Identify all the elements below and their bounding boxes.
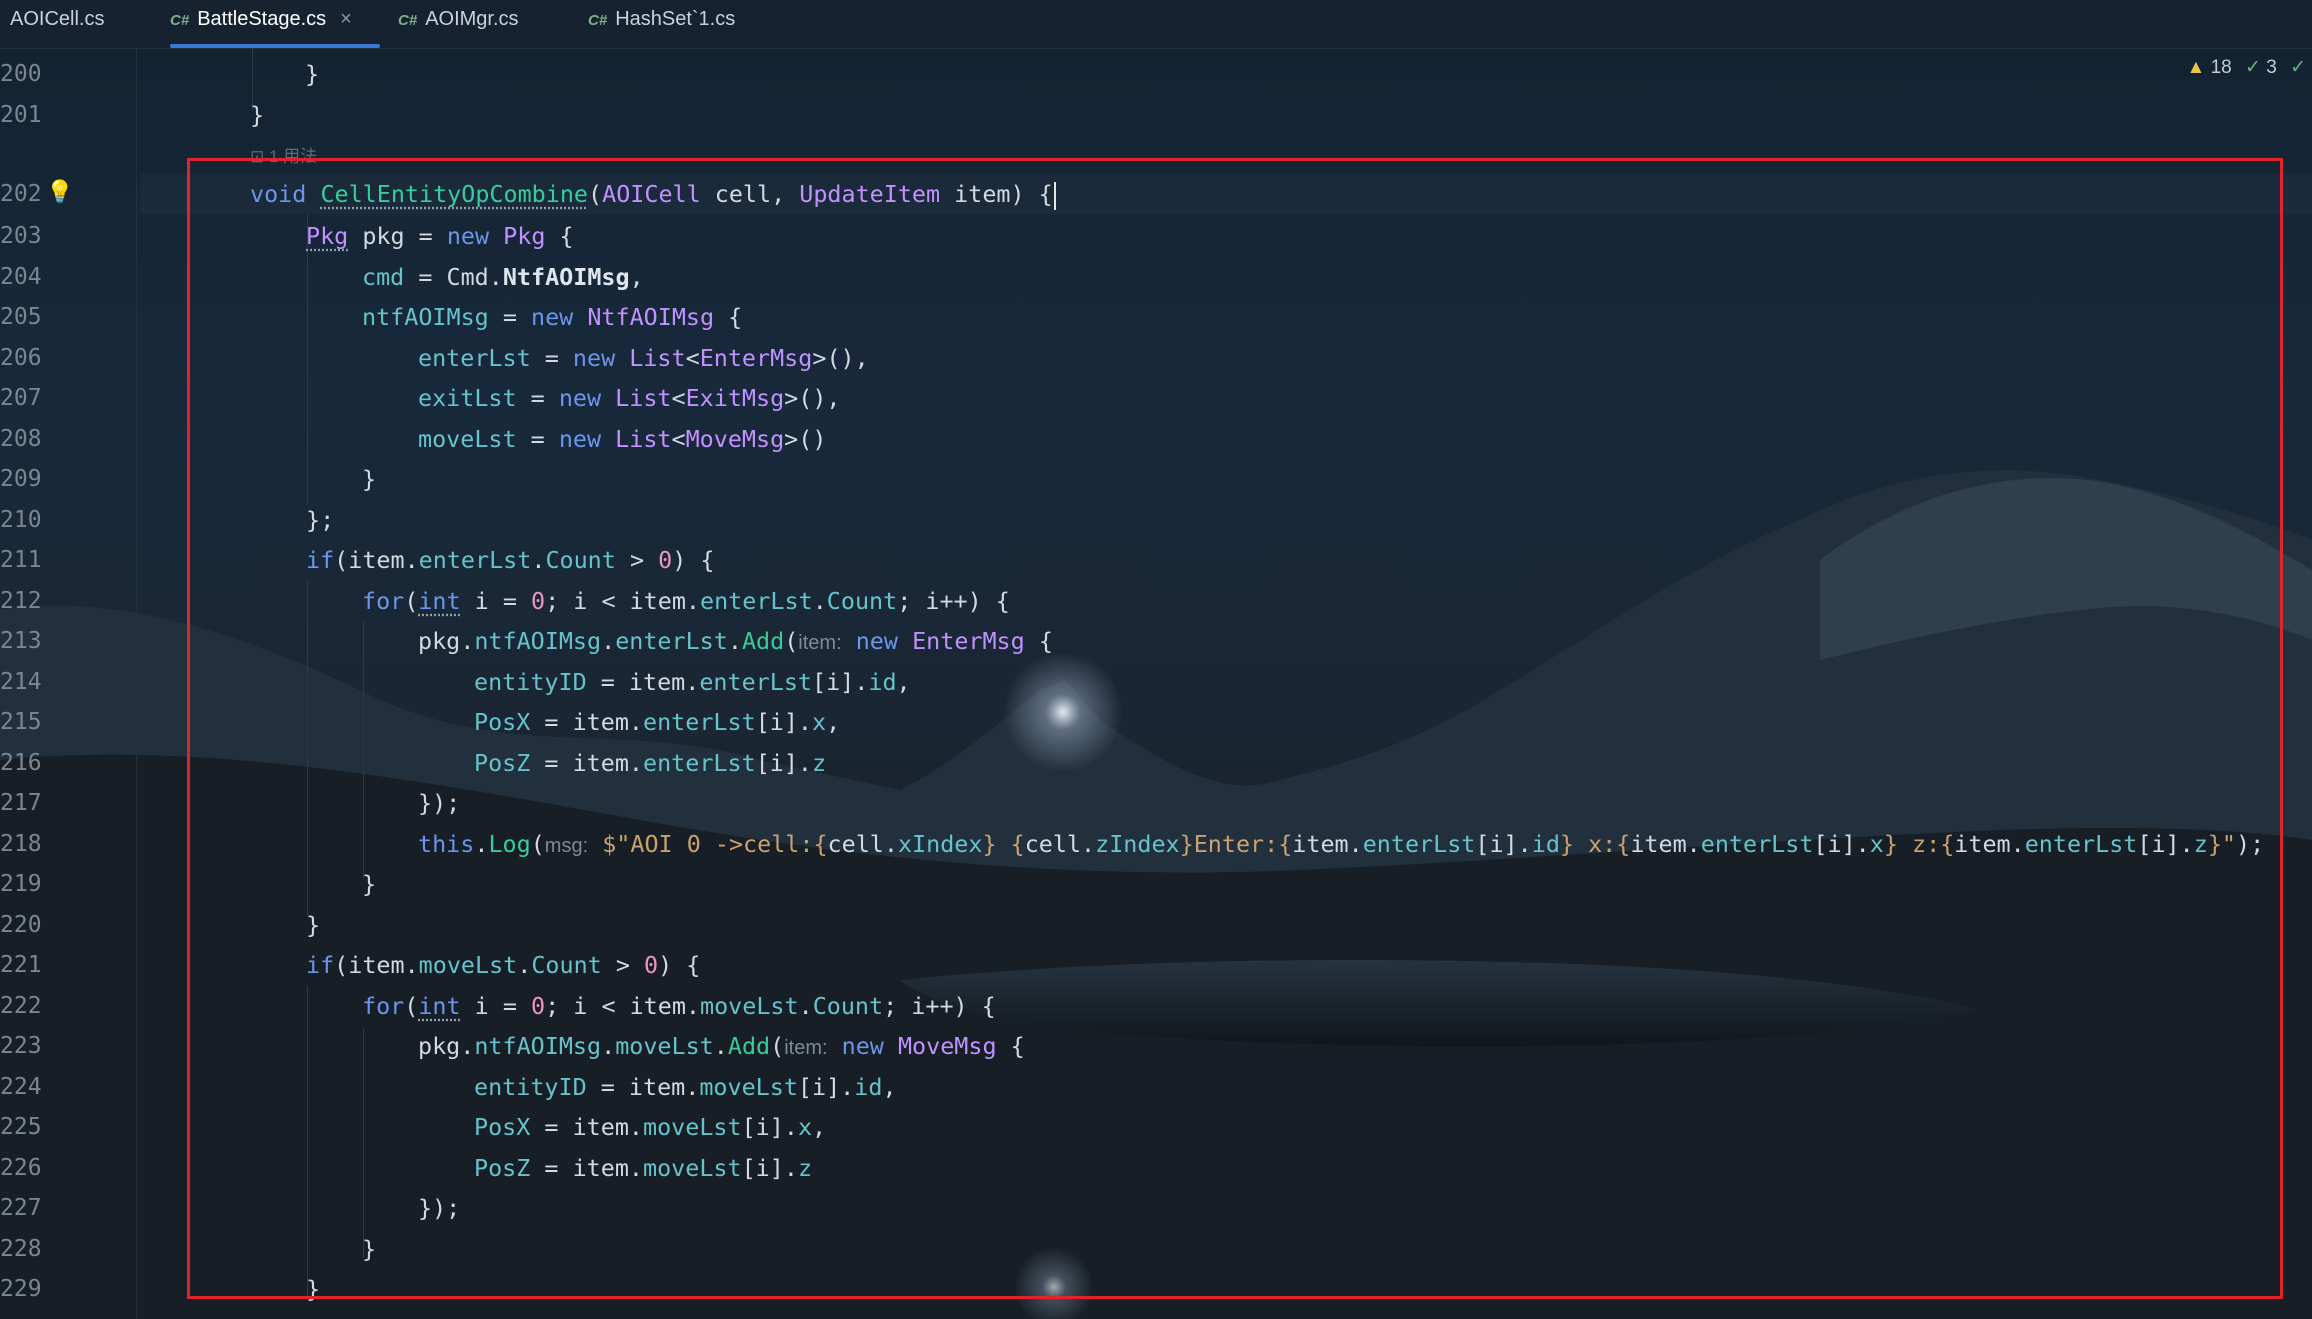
- line-number: 218: [0, 831, 42, 857]
- code-text: }: [250, 101, 265, 129]
- line-number: 219: [0, 871, 42, 897]
- line-number: 223: [0, 1033, 42, 1059]
- line-number: 212: [0, 588, 42, 614]
- tab-aoimgr[interactable]: C# AOIMgr.cs: [398, 0, 519, 48]
- line-number: 213: [0, 628, 42, 654]
- line-number: 207: [0, 385, 42, 411]
- line-number: 215: [0, 709, 42, 735]
- line-number: 206: [0, 345, 42, 371]
- tab-aoicell[interactable]: AOICell.cs: [10, 0, 104, 48]
- tab-label: HashSet`1.cs: [615, 8, 736, 30]
- tab-label: AOIMgr.cs: [425, 8, 519, 30]
- line-number: 203: [0, 223, 42, 249]
- tab-battlestage[interactable]: C# BattleStage.cs ×: [170, 0, 380, 48]
- line-number: 214: [0, 669, 42, 695]
- close-icon[interactable]: ×: [340, 8, 352, 30]
- line-number: 228: [0, 1236, 42, 1262]
- line-number: 226: [0, 1155, 42, 1181]
- editor-tab-bar: AOICell.cs C# BattleStage.cs × C# AOIMgr.cs…: [0, 0, 2312, 49]
- line-number: 201: [0, 102, 42, 128]
- line-number: 202: [0, 181, 42, 207]
- line-number: 221: [0, 952, 42, 978]
- line-number: 210: [0, 507, 42, 533]
- line-number: 208: [0, 426, 42, 452]
- line-number: 217: [0, 790, 42, 816]
- line-number: 225: [0, 1114, 42, 1140]
- highlight-box: [187, 158, 2283, 1299]
- csharp-file-icon: C#: [170, 12, 190, 29]
- line-number: 227: [0, 1195, 42, 1221]
- tab-hashset[interactable]: C# HashSet`1.cs: [588, 0, 735, 48]
- csharp-file-icon: C#: [588, 12, 608, 29]
- line-number: 229: [0, 1276, 42, 1302]
- line-number: 209: [0, 466, 42, 492]
- lightbulb-icon[interactable]: 💡: [46, 180, 73, 205]
- line-number: 205: [0, 304, 42, 330]
- code-line: 200 }: [0, 54, 2312, 94]
- code-line: 201 }: [0, 95, 2312, 135]
- line-number: 220: [0, 912, 42, 938]
- line-number: 222: [0, 993, 42, 1019]
- csharp-file-icon: C#: [398, 12, 418, 29]
- code-text: }: [305, 60, 320, 88]
- line-number: 211: [0, 547, 42, 573]
- line-number: 204: [0, 264, 42, 290]
- line-number: 224: [0, 1074, 42, 1100]
- tab-label: BattleStage.cs: [197, 8, 327, 30]
- tab-label: AOICell.cs: [10, 8, 105, 30]
- line-number: 200: [0, 61, 42, 87]
- line-number: 216: [0, 750, 42, 776]
